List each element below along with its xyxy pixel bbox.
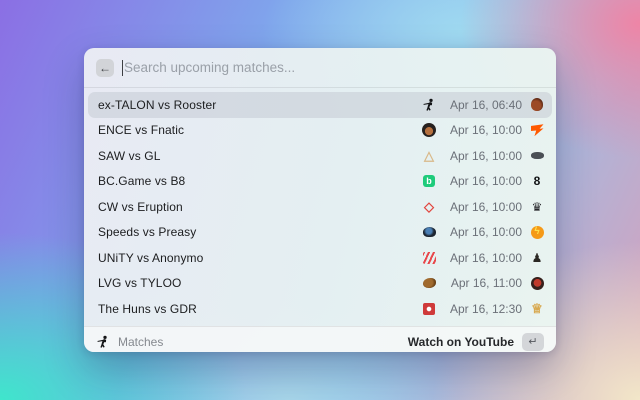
match-title: ex-TALON vs Rooster (98, 98, 422, 112)
match-meta: Apr 16, 10:00 ϟ (422, 225, 544, 239)
b8-icon: 8 (530, 174, 544, 188)
footer-left: Matches (96, 335, 408, 349)
match-meta: Apr 16, 10:00 ♟ (422, 251, 544, 265)
ence-icon-shape (422, 123, 436, 137)
footer: Matches Watch on YouTube ↵ (84, 326, 556, 353)
match-row[interactable]: UNiTY vs Anonymo Apr 16, 10:00 ♟ (88, 245, 552, 271)
bcgame-icon: b (422, 174, 436, 188)
gdr-icon-shape: ♕ (531, 302, 543, 315)
match-time: Apr 16, 10:00 (444, 251, 522, 265)
bcgame-icon-shape: b (423, 175, 435, 187)
lvg-icon-shape (423, 278, 436, 288)
cw-icon-shape: ◇ (424, 200, 434, 213)
speeds-icon (422, 225, 436, 239)
search-input[interactable] (124, 60, 544, 75)
csgo-player-icon (422, 98, 436, 112)
rooster-icon (530, 98, 544, 112)
match-title: CW vs Eruption (98, 200, 422, 214)
lvg-icon (422, 276, 436, 290)
match-time: Apr 16, 10:00 (444, 225, 522, 239)
huns-icon-shape (423, 303, 435, 315)
match-title: BC.Game vs B8 (98, 174, 422, 188)
search-field-wrap (122, 60, 544, 76)
tyloo-icon-shape (531, 277, 544, 290)
match-time: Apr 16, 10:00 (444, 200, 522, 214)
anonymo-icon: ♟ (530, 251, 544, 265)
match-title: The Huns vs GDR (98, 302, 422, 316)
match-row[interactable]: The Huns vs GDR Apr 16, 12:30 ♕ (88, 296, 552, 322)
enter-key-icon[interactable]: ↵ (522, 333, 544, 351)
match-title: SAW vs GL (98, 149, 422, 163)
rooster-icon-shape (531, 98, 543, 111)
eruption-icon: ♛ (530, 200, 544, 214)
saw-icon: △ (422, 149, 436, 163)
preasy-icon-shape: ϟ (531, 226, 544, 239)
saw-icon-shape: △ (424, 149, 434, 162)
text-caret (122, 60, 123, 76)
match-meta: △ Apr 16, 10:00 (422, 149, 544, 163)
match-row[interactable]: Speeds vs Preasy Apr 16, 10:00 ϟ (88, 220, 552, 246)
anonymo-icon-shape: ♟ (532, 252, 543, 264)
match-title: LVG vs TYLOO (98, 276, 422, 290)
gl-icon (530, 149, 544, 163)
speeds-icon-shape (423, 227, 436, 237)
match-time: Apr 16, 12:30 (444, 302, 522, 316)
gl-icon-shape (531, 152, 544, 159)
csgo-player-icon (96, 335, 110, 349)
footer-action-label: Watch on YouTube (408, 335, 514, 349)
match-title: UNiTY vs Anonymo (98, 251, 422, 265)
match-meta: Apr 16, 11:00 (422, 276, 544, 290)
match-row[interactable]: SAW vs GL △ Apr 16, 10:00 (88, 143, 552, 169)
match-meta: Apr 16, 10:00 (422, 123, 544, 137)
preasy-icon: ϟ (530, 225, 544, 239)
match-row[interactable]: ex-TALON vs Rooster Apr 16, 06:40 (88, 92, 552, 118)
cw-icon: ◇ (422, 200, 436, 214)
match-row[interactable]: ENCE vs Fnatic Apr 16, 10:00 (88, 118, 552, 144)
match-list: ex-TALON vs Rooster Apr 16, 06:40 ENCE v… (84, 88, 556, 326)
b8-icon-shape: 8 (534, 175, 541, 187)
back-button[interactable]: ← (96, 59, 114, 77)
unity-icon (422, 251, 436, 265)
unity-icon-shape (423, 252, 436, 264)
gdr-icon: ♕ (530, 302, 544, 316)
search-bar: ← (84, 48, 556, 88)
match-title: ENCE vs Fnatic (98, 123, 422, 137)
command-palette-window: ← ex-TALON vs Rooster Apr 16, 06:40 ENCE… (84, 48, 556, 352)
match-row[interactable]: LVG vs TYLOO Apr 16, 11:00 (88, 271, 552, 297)
csgo-player-icon (96, 335, 110, 349)
match-time: Apr 16, 10:00 (444, 174, 522, 188)
fnatic-icon (530, 123, 544, 137)
match-time: Apr 16, 11:00 (444, 276, 522, 290)
ence-icon (422, 123, 436, 137)
match-meta: Apr 16, 06:40 (422, 98, 544, 112)
footer-section-label: Matches (118, 335, 163, 349)
tyloo-icon (530, 276, 544, 290)
match-row[interactable]: BC.Game vs B8 b Apr 16, 10:00 8 (88, 169, 552, 195)
match-meta: b Apr 16, 10:00 8 (422, 174, 544, 188)
footer-action[interactable]: Watch on YouTube ↵ (408, 333, 544, 351)
match-row[interactable]: CW vs Eruption ◇ Apr 16, 10:00 ♛ (88, 194, 552, 220)
huns-icon (422, 302, 436, 316)
match-time: Apr 16, 10:00 (444, 149, 522, 163)
csgo-player-icon (422, 98, 436, 112)
eruption-icon-shape: ♛ (532, 201, 543, 213)
fnatic-icon-shape (531, 124, 544, 136)
match-time: Apr 16, 10:00 (444, 123, 522, 137)
match-time: Apr 16, 06:40 (444, 98, 522, 112)
match-title: Speeds vs Preasy (98, 225, 422, 239)
match-meta: Apr 16, 12:30 ♕ (422, 302, 544, 316)
match-meta: ◇ Apr 16, 10:00 ♛ (422, 200, 544, 214)
